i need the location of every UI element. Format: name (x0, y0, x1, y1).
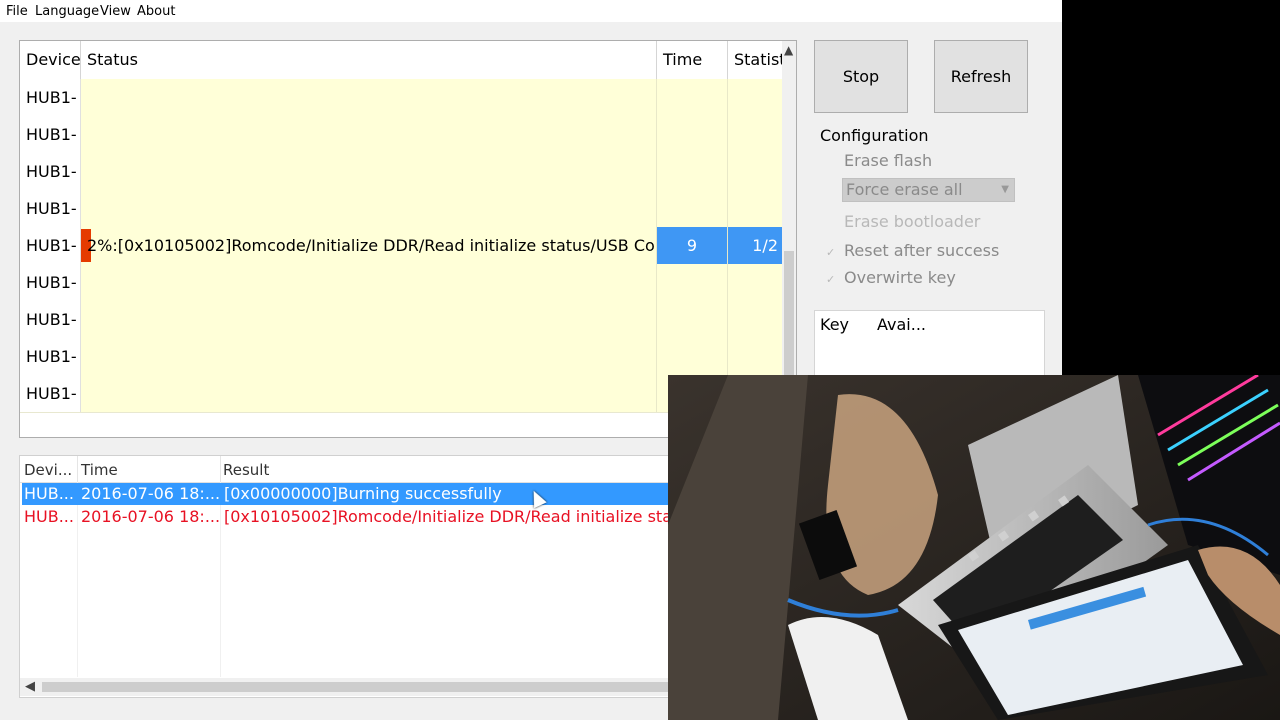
chevron-down-icon: ▼ (1001, 184, 1009, 195)
menu-bar: File Language View About (0, 0, 1062, 22)
result-log-table: Devi... Time Result HUB... 2016-07-06 18… (19, 455, 679, 698)
device-row-active[interactable]: HUB1- 2%:[0x10105002]Romcode/Initialize … (20, 227, 782, 265)
device-row[interactable]: HUB1- (20, 190, 782, 228)
column-divider (220, 456, 221, 482)
time-cell (657, 153, 728, 190)
log-device-cell: HUB... (24, 484, 74, 503)
refresh-button[interactable]: Refresh (934, 40, 1028, 113)
scroll-thumb[interactable] (42, 682, 672, 692)
log-device-cell: HUB... (24, 507, 74, 526)
reset-after-success-label: Reset after success (844, 241, 1000, 260)
erase-mode-select[interactable]: Force erase all ▼ (842, 178, 1015, 202)
log-time-cell: 2016-07-06 18:... (81, 507, 219, 526)
time-cell (657, 301, 728, 338)
log-result-cell: [0x10105002]Romcode/Initialize DDR/Read … (224, 507, 676, 526)
device-cell: HUB1- (20, 227, 81, 264)
device-cell: HUB1- (20, 301, 81, 338)
status-cell-progress: 2%:[0x10105002]Romcode/Initialize DDR/Re… (81, 227, 657, 264)
time-cell (657, 116, 728, 153)
status-cell (81, 190, 657, 227)
time-cell: 9 (657, 227, 728, 264)
device-cell: HUB1- (20, 79, 81, 116)
col-status-header[interactable]: Status (81, 41, 657, 79)
stat-cell (728, 79, 782, 116)
erase-bootloader-checkbox[interactable]: Erase bootloader (844, 212, 980, 231)
log-horizontal-scrollbar[interactable]: ◀ (20, 678, 678, 696)
log-time-cell: 2016-07-06 18:... (81, 484, 219, 503)
stop-button[interactable]: Stop (814, 40, 908, 113)
stat-cell (728, 301, 782, 338)
device-cell: HUB1- (20, 190, 81, 227)
scroll-left-icon[interactable]: ◀ (25, 679, 35, 694)
log-header: Devi... Time Result (20, 456, 678, 483)
configuration-label: Configuration (820, 126, 929, 145)
menu-file[interactable]: File (6, 4, 28, 19)
scroll-up-icon[interactable]: ▲ (784, 43, 793, 57)
stat-cell (728, 190, 782, 227)
log-result-header[interactable]: Result (223, 461, 269, 479)
status-cell (81, 79, 657, 116)
status-cell (81, 338, 657, 375)
time-cell (657, 190, 728, 227)
erase-mode-value: Force erase all (846, 180, 963, 199)
camera-overlay-image (668, 375, 1280, 720)
overwrite-key-checkbox[interactable]: ✓ Overwirte key (826, 268, 956, 287)
stat-cell (728, 153, 782, 190)
column-divider (77, 456, 78, 482)
device-row[interactable]: HUB1- (20, 116, 782, 154)
device-row[interactable]: HUB1- (20, 79, 782, 117)
log-row-error[interactable]: HUB... 2016-07-06 18:... [0x10105002]Rom… (22, 506, 678, 528)
reset-after-success-checkbox[interactable]: ✓ Reset after success (826, 241, 999, 260)
stat-cell (728, 264, 782, 301)
check-icon: ✓ (826, 273, 836, 286)
key-list[interactable]: Key Avai... (814, 310, 1045, 380)
photo-illustration (668, 375, 1280, 720)
device-row[interactable]: HUB1- (20, 264, 782, 302)
erase-flash-checkbox[interactable]: Erase flash (826, 151, 932, 170)
desktop-background (1062, 0, 1280, 375)
erase-bootloader-label: Erase bootloader (844, 212, 981, 231)
device-cell: HUB1- (20, 153, 81, 190)
overwrite-key-label: Overwirte key (844, 268, 956, 287)
device-row[interactable]: HUB1- (20, 153, 782, 191)
status-cell (81, 264, 657, 301)
available-column-header[interactable]: Avai... (877, 315, 926, 334)
menu-language[interactable]: Language (35, 4, 99, 19)
log-row-selected[interactable]: HUB... 2016-07-06 18:... [0x00000000]Bur… (22, 483, 678, 505)
device-cell: HUB1- (20, 116, 81, 153)
col-time-header[interactable]: Time (657, 41, 728, 79)
key-column-header[interactable]: Key (820, 315, 849, 334)
check-icon: ✓ (826, 246, 836, 259)
stat-cell (728, 116, 782, 153)
menu-about[interactable]: About (137, 4, 175, 19)
device-row[interactable]: HUB1- (20, 338, 782, 376)
erase-flash-label: Erase flash (844, 151, 933, 170)
stat-cell: 1/2 (728, 227, 782, 264)
device-cell: HUB1- (20, 264, 81, 301)
stat-cell (728, 338, 782, 375)
time-cell (657, 264, 728, 301)
time-cell (657, 338, 728, 375)
col-device-header[interactable]: Device (20, 41, 81, 79)
menu-view[interactable]: View (100, 4, 131, 19)
log-result-cell: [0x00000000]Burning successfully (224, 484, 502, 503)
device-cell: HUB1- (20, 338, 81, 375)
device-cell: HUB1- (20, 375, 81, 412)
device-row[interactable]: HUB1- (20, 301, 782, 339)
status-text: 2%:[0x10105002]Romcode/Initialize DDR/Re… (87, 236, 657, 255)
time-cell (657, 79, 728, 116)
status-cell (81, 116, 657, 153)
status-cell (81, 301, 657, 338)
status-cell (81, 375, 657, 412)
status-cell (81, 153, 657, 190)
grid-header: Device Status Time Statist (20, 41, 796, 80)
log-time-header[interactable]: Time (81, 461, 118, 479)
checkbox-icon (826, 155, 837, 166)
col-statistics-header[interactable]: Statist (728, 41, 782, 79)
log-device-header[interactable]: Devi... (24, 461, 72, 479)
